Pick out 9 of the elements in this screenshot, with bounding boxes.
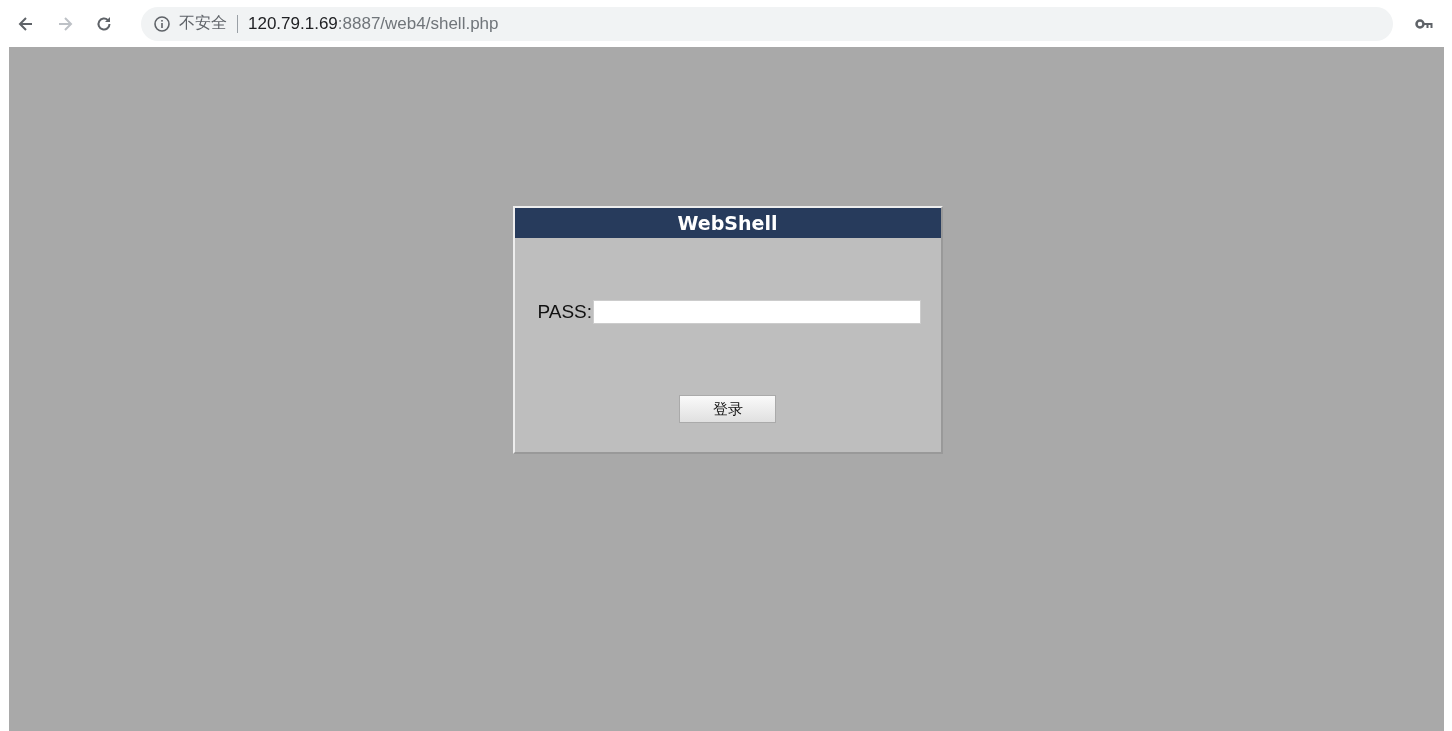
security-label: 不安全 (179, 13, 227, 34)
login-button[interactable]: 登录 (679, 395, 776, 423)
panel-title: WebShell (514, 208, 941, 238)
info-icon (153, 14, 171, 33)
password-field[interactable] (593, 300, 922, 324)
address-bar[interactable]: 不安全 120.79.1.69:8887/web4/shell.php (141, 6, 1393, 41)
url-text: 120.79.1.69:8887/web4/shell.php (248, 13, 499, 34)
password-label: PASS: (537, 301, 593, 323)
key-icon[interactable] (1415, 17, 1435, 30)
